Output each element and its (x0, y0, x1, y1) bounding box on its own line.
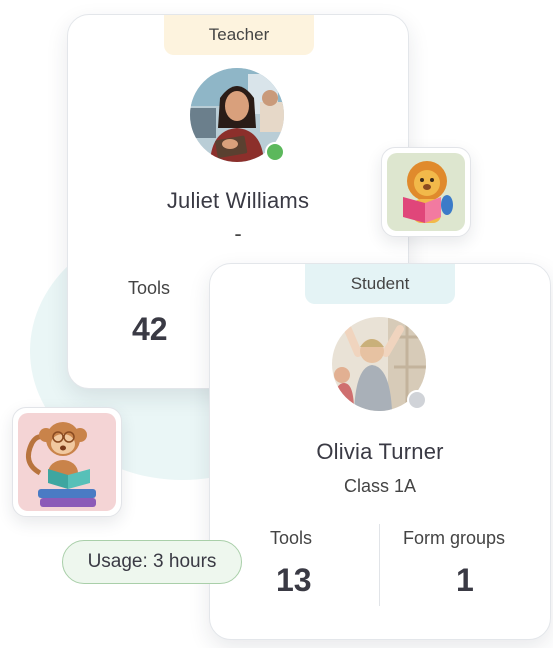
student-tools-label: Tools (270, 528, 313, 548)
student-form-groups-value: 1 (456, 562, 474, 598)
student-name: Olivia Turner (316, 439, 444, 464)
usage-badge: Usage: 3 hours (62, 540, 242, 584)
teacher-name: Juliet Williams (166, 188, 310, 213)
student-tools-value: 13 (276, 562, 312, 598)
student-form-groups-label: Form groups (403, 528, 506, 548)
stats-divider (379, 524, 380, 606)
monkey-reading-icon (18, 413, 116, 511)
monkey-sticker (12, 407, 122, 517)
student-card[interactable]: Student Olivia Turner Class 1A Tools 13 … (209, 263, 551, 640)
teacher-online-status-dot (265, 142, 285, 162)
teacher-tools-label: Tools (128, 278, 171, 298)
teacher-tools-value: 42 (132, 311, 168, 347)
student-class: Class 1A (343, 476, 417, 496)
student-role-tab: Student (305, 264, 455, 304)
student-status-dot (407, 390, 427, 410)
lion-reading-icon (387, 153, 465, 231)
teacher-role-tab: Teacher (164, 15, 314, 55)
teacher-subtitle: - (234, 221, 242, 246)
lion-sticker (381, 147, 471, 237)
